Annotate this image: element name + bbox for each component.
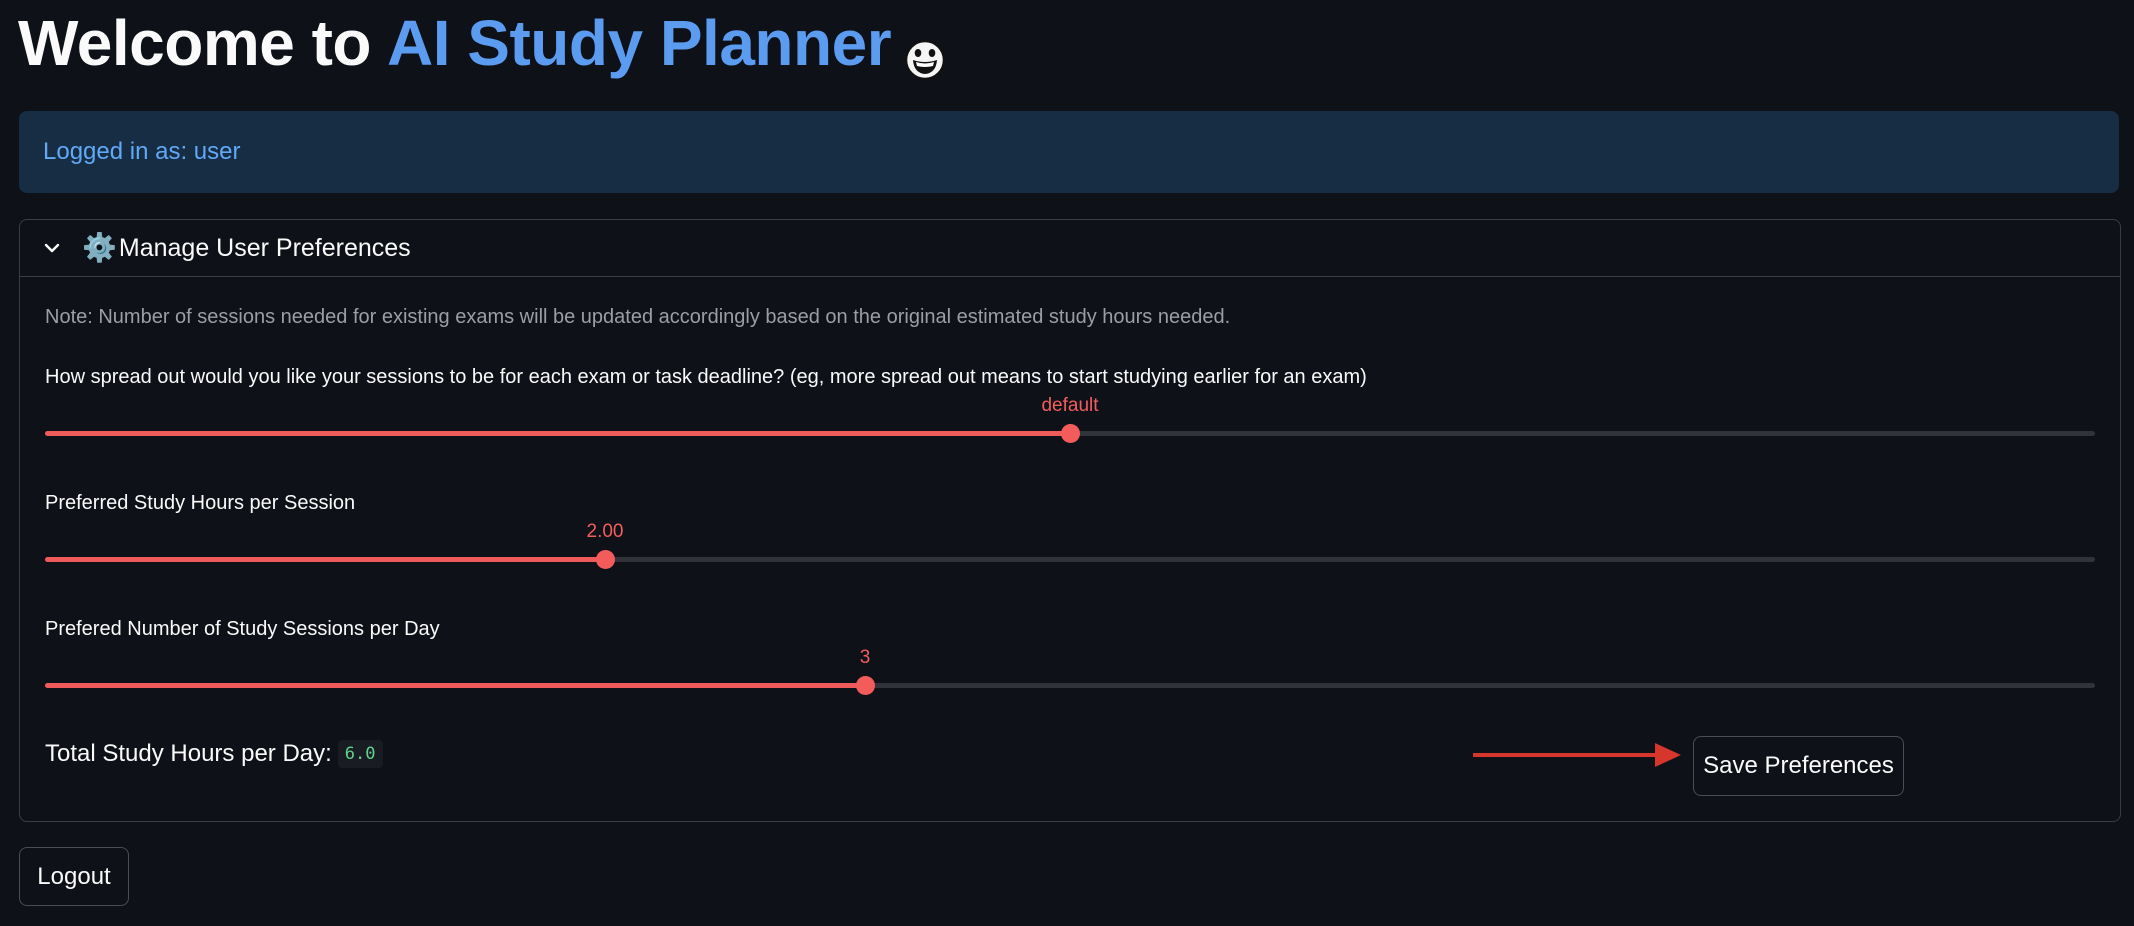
page-title: Welcome to AI Study Planner [18,6,947,81]
spread-slider[interactable]: default [45,395,2095,453]
app-page: Welcome to AI Study Planner Logged in as… [0,0,2134,926]
slider-value: default [1041,395,1099,416]
slider-fill [45,557,605,562]
preferences-expander: ⚙️ Manage User Preferences Note: Number … [19,219,2121,822]
total-study-hours: Total Study Hours per Day: 6.0 [45,740,383,768]
slider-value: 2.00 [586,521,624,542]
gear-icon: ⚙️ [82,232,117,263]
total-label: Total Study Hours per Day: [45,740,332,767]
logout-button[interactable]: Logout [19,847,129,906]
spread-slider-block: How spread out would you like your sessi… [45,366,2095,443]
logged-in-text: Logged in as: user [43,138,241,165]
hours-per-session-label: Preferred Study Hours per Session [45,492,356,514]
spread-slider-label: How spread out would you like your sessi… [45,366,1367,388]
sessions-per-day-slider-block: Prefered Number of Study Sessions per Da… [45,618,2095,695]
title-accent: AI Study Planner [387,7,892,79]
sessions-per-day-slider[interactable]: 3 [45,647,2095,705]
expander-header[interactable]: ⚙️ Manage User Preferences [20,220,2120,277]
annotation-arrow-icon [1473,743,1681,767]
hours-per-session-slider[interactable]: 2.00 [45,521,2095,579]
slider-thumb[interactable] [1061,424,1080,443]
total-value: 6.0 [337,740,383,768]
slider-value: 3 [859,647,871,668]
slider-thumb[interactable] [596,550,615,569]
preferences-note: Note: Number of sessions needed for exis… [45,306,1231,328]
save-preferences-button[interactable]: Save Preferences [1693,736,1904,796]
sessions-per-day-label: Prefered Number of Study Sessions per Da… [45,618,440,640]
slider-fill [45,431,1070,436]
chevron-down-icon [42,238,62,258]
logged-in-info-box: Logged in as: user [19,111,2119,193]
slider-fill [45,683,865,688]
expander-label: Manage User Preferences [118,233,411,262]
grinning-face-icon [903,23,947,81]
title-prefix: Welcome to [18,7,372,79]
slider-thumb[interactable] [856,676,875,695]
hours-per-session-slider-block: Preferred Study Hours per Session 2.00 [45,492,2095,569]
